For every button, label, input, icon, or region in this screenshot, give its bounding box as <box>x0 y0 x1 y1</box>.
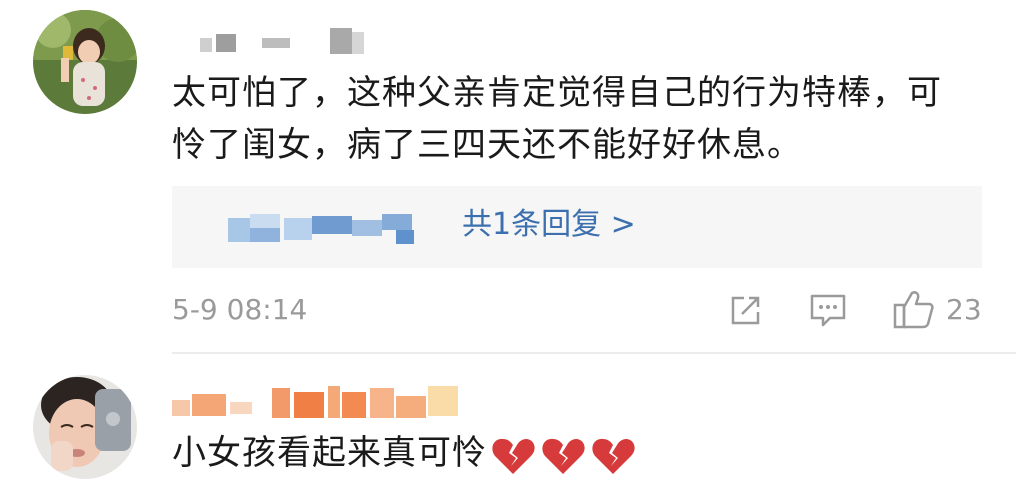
username-blurred[interactable] <box>172 386 462 418</box>
comment-button[interactable] <box>808 292 848 332</box>
reply-username-blurred <box>228 214 428 244</box>
like-button[interactable] <box>892 288 936 334</box>
avatar[interactable] <box>33 375 137 479</box>
broken-heart-emojis <box>491 429 641 481</box>
share-icon <box>731 296 760 325</box>
avatar-photo-girl <box>33 10 137 114</box>
divider <box>172 352 1016 354</box>
reply-preview-box[interactable]: 共1条回复 > <box>172 186 982 268</box>
avatar-photo-girl-crying <box>33 375 137 479</box>
comment-text: 小女孩看起来真可怜 <box>172 427 992 481</box>
comment-text: 太可怕了，这种父亲肯定觉得自己的行为特棒，可 怜了闺女，病了三四天还不能好好休息… <box>172 73 942 165</box>
username-blurred[interactable] <box>200 28 370 54</box>
comment-timestamp: 5-9 08:14 <box>172 293 308 326</box>
broken-heart-icon <box>492 438 535 474</box>
share-button[interactable] <box>728 292 764 332</box>
broken-heart-icon <box>592 438 635 474</box>
avatar[interactable] <box>33 10 137 114</box>
view-replies-link[interactable]: 共1条回复 > <box>462 205 636 245</box>
thumbs-up-icon <box>893 291 934 329</box>
broken-heart-icon <box>542 438 585 474</box>
like-count: 23 <box>946 293 982 326</box>
comment-icon <box>810 294 846 327</box>
